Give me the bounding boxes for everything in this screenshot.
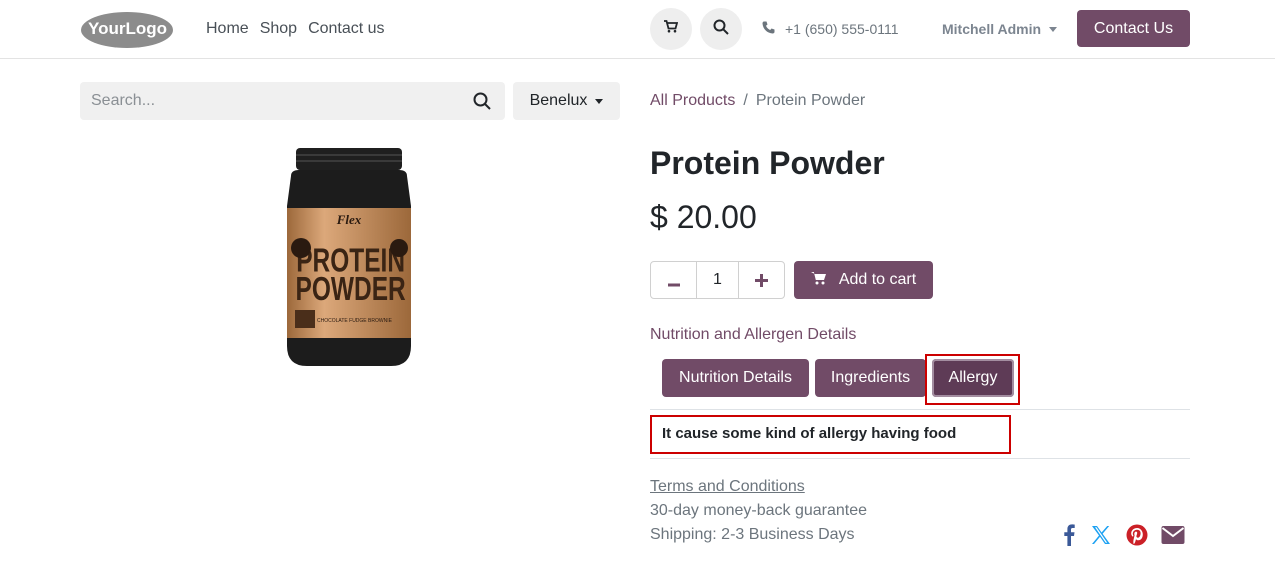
minus-icon <box>667 267 680 293</box>
chevron-down-icon <box>595 98 604 104</box>
add-to-cart-label: Add to cart <box>838 271 917 288</box>
quantity-decrease-button[interactable] <box>651 262 696 298</box>
chevron-down-icon <box>1049 26 1058 32</box>
product-search <box>80 82 505 120</box>
phone-number: +1 (650) 555-0111 <box>785 21 899 37</box>
cart-icon <box>664 20 679 38</box>
terms-link[interactable]: Terms and Conditions <box>650 478 805 496</box>
x-twitter-icon[interactable] <box>1088 522 1114 548</box>
logo[interactable]: YourLogo <box>80 10 174 48</box>
pricelist-value: Benelux <box>529 92 588 109</box>
cart-icon <box>810 271 827 290</box>
main-nav: Home Shop Contact us <box>206 19 396 39</box>
breadcrumb-all-products[interactable]: All Products <box>650 91 735 111</box>
site-header: YourLogo Home Shop Contact us +1 (650) 5… <box>0 0 1275 59</box>
product-image-line2: POWDER <box>296 270 406 308</box>
allergy-content-highlight <box>650 415 1011 454</box>
quantity-input[interactable]: 1 <box>696 262 739 298</box>
user-menu[interactable]: Mitchell Admin <box>942 19 1058 39</box>
user-name: Mitchell Admin <box>942 21 1042 37</box>
breadcrumb: All Products / Protein Powder <box>650 91 865 111</box>
quantity-increase-button[interactable] <box>739 262 784 298</box>
product-image-brand: Flex <box>336 212 362 227</box>
product-image-flavor: CHOCOLATE FUDGE BROWNIE <box>317 318 393 324</box>
product-price: $ 20.00 <box>650 199 757 235</box>
quantity-stepper: 1 <box>650 261 785 299</box>
cart-button[interactable] <box>650 8 692 50</box>
add-to-cart-button[interactable]: Add to cart <box>794 261 933 299</box>
contact-us-button[interactable]: Contact Us <box>1077 10 1190 47</box>
search-icon <box>713 19 729 40</box>
phone-contact[interactable]: +1 (650) 555-0111 <box>762 19 899 39</box>
allergy-tab-highlight <box>925 354 1020 405</box>
divider-top <box>650 409 1190 410</box>
phone-icon <box>762 19 775 39</box>
details-section-label: Nutrition and Allergen Details <box>650 326 857 343</box>
guarantee-text: 30-day money-back guarantee <box>650 502 868 519</box>
facebook-icon[interactable] <box>1056 522 1082 548</box>
nav-home[interactable]: Home <box>206 19 249 39</box>
plus-icon <box>755 267 768 293</box>
breadcrumb-current: Protein Powder <box>755 92 866 109</box>
nav-contact-us[interactable]: Contact us <box>308 19 384 39</box>
search-input[interactable] <box>80 82 460 120</box>
nav-shop[interactable]: Shop <box>260 19 297 39</box>
logo-text: YourLogo <box>88 19 167 38</box>
header-search-button[interactable] <box>700 8 742 50</box>
pricelist-dropdown[interactable]: Benelux <box>513 82 620 120</box>
product-image[interactable]: Flex PROTEIN POWDER CHOCOLATE FUDGE BROW… <box>283 146 415 368</box>
pinterest-icon[interactable] <box>1124 522 1150 548</box>
email-icon[interactable] <box>1160 522 1186 548</box>
search-icon[interactable] <box>473 92 491 115</box>
shipping-text: Shipping: 2-3 Business Days <box>650 526 855 543</box>
breadcrumb-separator: / <box>743 92 748 109</box>
tab-ingredients[interactable]: Ingredients <box>815 359 926 397</box>
tab-nutrition-details[interactable]: Nutrition Details <box>662 359 809 397</box>
divider-bottom <box>650 458 1190 459</box>
product-title: Protein Powder <box>650 145 885 181</box>
